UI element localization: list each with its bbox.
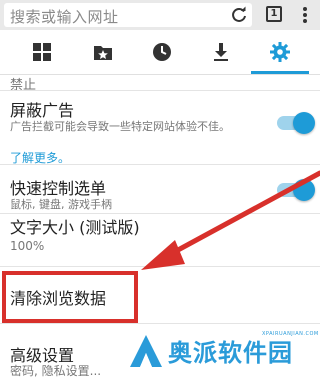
watermark-url: XPAIRUANJIAN.COM — [262, 331, 319, 337]
address-bar[interactable]: 搜索或输入网址 — [4, 3, 252, 27]
block-ads-description: 广告拦截可能会导致一些特定网站体验不佳。 — [10, 120, 230, 133]
watermark: 奥派软件园 XPAIRUANJIAN.COM — [126, 330, 320, 373]
watermark-title: 奥派软件园 — [168, 339, 293, 367]
text-size-title: 文字大小 (测试版) — [10, 218, 140, 237]
advanced-settings-title: 高级设置 — [10, 346, 75, 365]
overflow-menu-icon[interactable] — [302, 6, 308, 24]
history-clock-icon[interactable] — [151, 41, 173, 63]
advanced-settings-description: 密码, 隐私设置... — [10, 364, 102, 378]
address-bar-placeholder: 搜索或输入网址 — [10, 8, 119, 26]
grid-icon[interactable] — [31, 41, 53, 63]
quick-control-description: 鼠标, 键盘, 游戏手柄 — [10, 198, 112, 211]
toggle-knob — [293, 112, 315, 134]
settings-gear-icon[interactable] — [251, 41, 309, 74]
tab-count-button[interactable]: 1 — [266, 6, 282, 22]
browser-top-bar: 搜索或输入网址 1 — [0, 0, 320, 30]
text-size-value: 100% — [10, 239, 45, 253]
block-ads-setting[interactable]: 屏蔽广告 广告拦截可能会导致一些特定网站体验不佳。 了解更多。 — [0, 91, 320, 165]
highlight-box — [2, 271, 138, 323]
block-ads-toggle[interactable] — [277, 112, 315, 134]
browser-toolbar — [0, 30, 320, 75]
quick-control-title: 快速控制选单 — [10, 179, 107, 198]
bookmark-folder-icon[interactable] — [92, 41, 114, 63]
watermark-logo-icon — [130, 335, 162, 367]
download-icon[interactable] — [210, 41, 232, 63]
reload-icon[interactable] — [230, 6, 248, 24]
red-arrow-icon — [141, 170, 320, 270]
block-ads-title: 屏蔽广告 — [10, 101, 75, 120]
